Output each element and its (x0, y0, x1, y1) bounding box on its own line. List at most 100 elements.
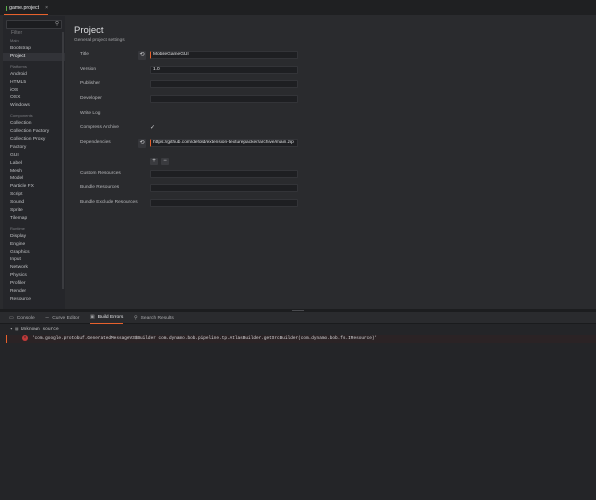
sidebar-item-android[interactable]: Android (3, 71, 65, 79)
sidebar-item-graphics[interactable]: Graphics (3, 249, 65, 257)
sidebar-item-physics[interactable]: Physics (3, 272, 65, 280)
tab-console[interactable]: ▭ Console (9, 312, 35, 324)
sidebar-item-particle-fx[interactable]: Particle FX (3, 183, 65, 191)
sidebar-item-mesh[interactable]: Mesh (3, 168, 65, 176)
error-source-label: Unknown source (20, 327, 59, 332)
custom-resources-label: Custom Resources (80, 171, 121, 176)
sidebar-item-script[interactable]: Script (3, 191, 65, 199)
settings-nav: Main Bootstrap Project Platforms Android HTML… (3, 35, 65, 304)
sidebar-group-header: Runtime (10, 225, 25, 231)
compress-archive-label: Compress Archive (80, 125, 119, 130)
remove-dependency-button[interactable]: − (161, 158, 169, 165)
tab-curve-editor[interactable]: ∼ Curve Editor (45, 312, 79, 324)
sidebar-group-header: Components (10, 113, 33, 119)
tab-search-results[interactable]: ⚲ Search Results (134, 312, 174, 324)
filter-box[interactable]: ⚲ (6, 20, 62, 37)
settings-sidebar: ⚲ Main BootstrapProject Platforms AndroidHT… (3, 16, 65, 309)
editor-window: game.project × ⚲ MainBootstrapProjectPla… (0, 0, 596, 500)
bottom-panel: ▭ Console ∼ Curve Editor ▣ Build Errors … (0, 312, 596, 500)
sidebar-item-osx[interactable]: OSX (3, 94, 65, 102)
tab-curve-editor-label: Curve Editor (52, 315, 80, 321)
tab-build-errors[interactable]: ▣ Build Errors (90, 312, 124, 324)
row-compress-archive: Compress Archive ✓ (66, 124, 596, 133)
build-errors-icon: ▣ (90, 314, 95, 320)
console-icon: ▭ (9, 314, 14, 321)
sidebar-item-collection-factory[interactable]: Collection Factory (3, 128, 65, 136)
sidebar-item-project[interactable]: Project (3, 52, 65, 61)
sidebar-item-gui[interactable]: GUI (3, 152, 65, 160)
bundle-exclude-resources-field[interactable] (150, 199, 298, 207)
chevron-down-icon[interactable]: ▾ (10, 327, 13, 332)
dependencies-label: Dependencies (80, 140, 111, 145)
tab-search-results-label: Search Results (140, 315, 174, 321)
bundle-resources-label: Bundle Resources (80, 185, 120, 190)
dependency-url-field[interactable]: https://github.com/defold/extension-text… (150, 139, 298, 147)
sidebar-item-tilemap[interactable]: Tilemap (3, 215, 65, 223)
publisher-label: Publisher (80, 81, 100, 86)
sidebar-group-header: Platforms (10, 63, 27, 69)
search-icon: ⚲ (134, 314, 138, 321)
row-developer: Developer (66, 95, 596, 104)
sidebar-item-collection[interactable]: Collection (3, 120, 65, 128)
row-title: Title ⟲ MobileGameGUI (66, 51, 596, 60)
version-field[interactable]: 1.0 (150, 66, 298, 74)
title-label: Title (80, 52, 89, 57)
sidebar-item-html5[interactable]: HTML5 (3, 79, 65, 87)
sidebar-item-resource[interactable]: Resource (3, 296, 65, 304)
document-tab-bar: game.project × (0, 0, 596, 15)
search-icon: ⚲ (54, 21, 59, 27)
bundle-exclude-resources-label: Bundle Exclude Resources (80, 200, 138, 205)
tab-build-errors-label: Build Errors (97, 315, 124, 320)
sidebar-item-collection-proxy[interactable]: Collection Proxy (3, 136, 65, 144)
write-log-label: Write Log (80, 111, 101, 116)
sidebar-item-sprite[interactable]: Sprite (3, 207, 65, 215)
curve-icon: ∼ (45, 314, 50, 321)
page-subtitle: General project settings (74, 38, 125, 43)
sidebar-scrollbar[interactable] (62, 32, 64, 289)
row-publisher: Publisher (66, 80, 596, 89)
bundle-resources-field[interactable] (150, 184, 298, 192)
row-custom-resources: Custom Resources (66, 170, 596, 179)
reset-title-icon[interactable]: ⟲ (138, 51, 146, 60)
sidebar-item-input[interactable]: Input (3, 256, 65, 264)
sidebar-item-factory[interactable]: Factory (3, 144, 65, 152)
developer-field[interactable] (150, 95, 298, 103)
page-title: Project (74, 25, 104, 36)
tab-title: game.project (9, 5, 40, 11)
title-field[interactable]: MobileGameGUI (150, 51, 298, 59)
sidebar-item-sound[interactable]: Sound (3, 199, 65, 207)
compress-archive-checkbox[interactable]: ✓ (150, 124, 155, 131)
sidebar-item-model[interactable]: Model (3, 175, 65, 183)
tab-console-label: Console (16, 315, 35, 321)
publisher-field[interactable] (150, 80, 298, 88)
version-label: Version (80, 67, 96, 72)
custom-resources-field[interactable] (150, 170, 298, 178)
tab-game-project[interactable]: game.project × (4, 2, 48, 15)
sidebar-group-header: Main (10, 38, 19, 43)
splitter-grip[interactable] (292, 310, 304, 311)
row-bundle-exclude-resources: Bundle Exclude Resources (66, 199, 596, 208)
sidebar-item-ios[interactable]: iOS (3, 87, 65, 95)
sidebar-item-display[interactable]: Display (3, 233, 65, 241)
project-settings-form: Project General project settings Title ⟲… (66, 16, 596, 309)
sidebar-item-windows[interactable]: Windows (3, 102, 65, 110)
error-source-row[interactable]: ▾ ▤ Unknown source (10, 326, 59, 333)
add-dependency-button[interactable]: + (150, 158, 158, 165)
build-error-row[interactable]: × 'com.google.protobuf.GeneratedMessageV… (6, 335, 596, 343)
file-icon: ▤ (15, 327, 19, 332)
row-write-log: Write Log (66, 110, 596, 119)
row-dependencies: Dependencies ⟲ https://github.com/defold… (66, 139, 596, 148)
sidebar-item-render[interactable]: Render (3, 288, 65, 296)
sidebar-item-profiler[interactable]: Profiler (3, 280, 65, 288)
sidebar-item-label[interactable]: Label (3, 160, 65, 168)
sidebar-item-engine[interactable]: Engine (3, 241, 65, 249)
reset-dependencies-icon[interactable]: ⟲ (138, 139, 146, 148)
developer-label: Developer (80, 96, 102, 101)
error-message: 'com.google.protobuf.GeneratedMessageV3$… (32, 336, 378, 341)
close-icon[interactable]: × (45, 5, 48, 11)
sidebar-item-network[interactable]: Network (3, 264, 65, 272)
error-icon: × (22, 335, 28, 341)
sidebar-item-bootstrap[interactable]: Bootstrap (3, 45, 65, 53)
bottom-tab-bar: ▭ Console ∼ Curve Editor ▣ Build Errors … (0, 312, 596, 324)
row-version: Version 1.0 (66, 66, 596, 75)
